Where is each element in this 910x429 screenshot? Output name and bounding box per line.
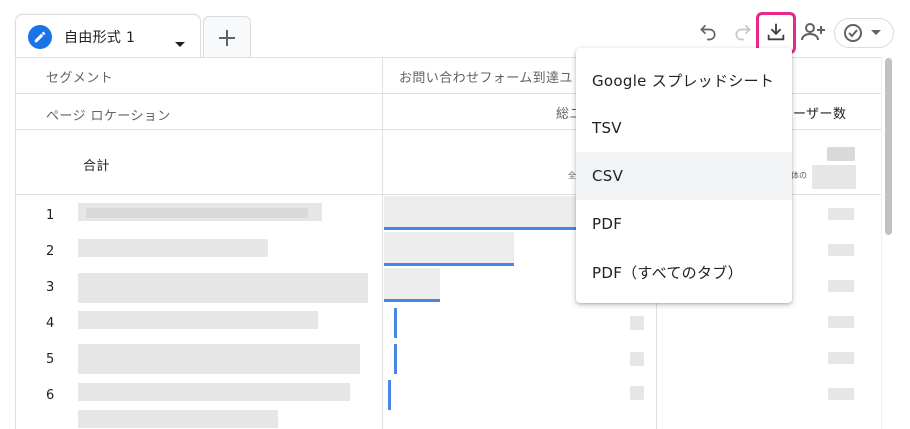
bar-background: [384, 268, 440, 302]
check-circle-icon: [844, 24, 862, 42]
redacted-page-location[interactable]: [78, 273, 368, 303]
menu-item-tsv[interactable]: TSV: [576, 104, 792, 152]
bar-background: [384, 196, 584, 230]
add-tab-button[interactable]: [203, 16, 251, 58]
redacted-page-location[interactable]: [78, 344, 360, 374]
menu-item-pdf[interactable]: PDF: [576, 200, 792, 248]
plus-icon: [219, 29, 235, 46]
caret-down-icon: [871, 30, 881, 35]
redacted-page-location[interactable]: [78, 383, 350, 401]
redacted-total-value: [827, 147, 855, 161]
redacted-page-location[interactable]: [78, 311, 318, 329]
redacted-total-value: [812, 165, 856, 189]
row-number: 4: [46, 316, 55, 331]
export-menu: Google スプレッドシート TSV CSV PDF PDF（すべてのタブ）: [576, 48, 792, 303]
scrollbar-thumb[interactable]: [885, 58, 892, 235]
dimension-header[interactable]: ページ ロケーション: [46, 105, 171, 124]
menu-item-google-sheets[interactable]: Google スプレッドシート: [576, 56, 792, 104]
bar-fill: [384, 299, 440, 302]
bar-fill: [384, 227, 584, 230]
bar-background: [384, 232, 514, 266]
row-number: 2: [46, 244, 55, 259]
total-label: 合計: [83, 159, 110, 174]
redo-icon[interactable]: [731, 20, 755, 44]
menu-item-pdf-all-tabs[interactable]: PDF（すべてのタブ）: [576, 248, 792, 296]
caret-down-icon[interactable]: [174, 34, 186, 53]
total-sub-right: 体の: [791, 171, 807, 180]
menu-item-csv[interactable]: CSV: [576, 152, 792, 200]
status-dropdown[interactable]: [834, 18, 894, 48]
bar-fill: [384, 263, 514, 266]
bar-fill: [394, 308, 397, 338]
metric-header-right[interactable]: ーザー数: [793, 103, 846, 122]
segment-value-header: お問い合わせフォーム到達ユ: [399, 71, 573, 86]
download-icon[interactable]: [764, 20, 788, 44]
share-user-icon[interactable]: [799, 19, 827, 45]
tab-label: 自由形式 1: [64, 29, 136, 46]
redacted-page-location[interactable]: [78, 239, 268, 257]
row-number: 3: [46, 280, 55, 295]
redacted-page-location[interactable]: [78, 410, 278, 428]
row-number: 5: [46, 352, 55, 367]
segment-header: セグメント: [46, 71, 114, 86]
pencil-icon: [28, 24, 52, 49]
row-number: 1: [46, 208, 55, 223]
bar-fill: [394, 344, 397, 374]
undo-icon[interactable]: [696, 20, 720, 44]
row-number: 6: [46, 388, 55, 403]
tab-freeform-1[interactable]: 自由形式 1: [15, 14, 201, 58]
bar-fill: [388, 380, 391, 410]
total-sub-left: 全: [568, 171, 576, 180]
